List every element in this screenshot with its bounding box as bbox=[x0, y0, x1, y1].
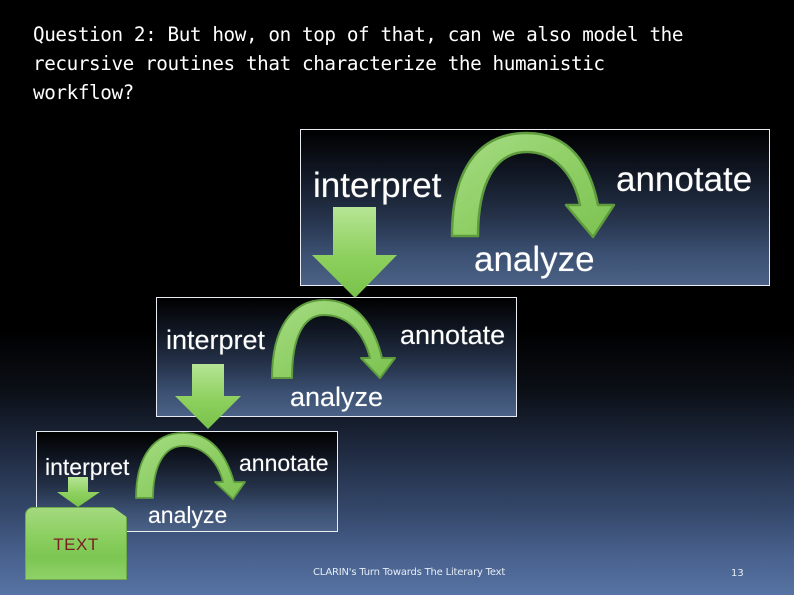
text-box-label: TEXT bbox=[53, 534, 99, 554]
text-box: TEXT bbox=[25, 507, 127, 580]
interpret-label: interpret bbox=[313, 166, 442, 205]
workflow-panel-1: interpret annotate analyze bbox=[300, 129, 770, 286]
annotate-label: annotate bbox=[400, 320, 506, 350]
interpret-label: interpret bbox=[166, 325, 266, 355]
interpret-label: interpret bbox=[45, 454, 130, 480]
analyze-label: analyze bbox=[474, 240, 595, 279]
analyze-label: analyze bbox=[290, 382, 384, 412]
analyze-label: analyze bbox=[148, 502, 228, 528]
annotate-label: annotate bbox=[239, 450, 329, 476]
workflow-panel-2: interpret annotate analyze bbox=[156, 297, 517, 417]
annotate-label: annotate bbox=[616, 160, 753, 199]
footer-title: CLARIN's Turn Towards The Literary Text bbox=[313, 567, 506, 578]
page-number: 13 bbox=[731, 568, 744, 579]
question-heading: Question 2: But how, on top of that, can… bbox=[33, 23, 684, 104]
